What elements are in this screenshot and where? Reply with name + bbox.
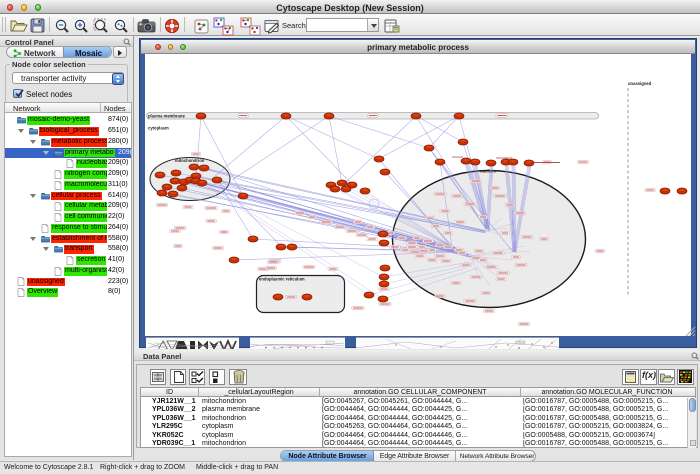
svg-text:nucleus: nucleus — [480, 169, 496, 174]
svg-text:endoplasmic reticulum: endoplasmic reticulum — [259, 277, 305, 282]
svg-text:cytoplasm: cytoplasm — [148, 126, 169, 131]
svg-text:mitochondrion: mitochondrion — [175, 158, 205, 163]
svg-text:unassigned: unassigned — [628, 81, 652, 86]
svg-text:plasma membrane: plasma membrane — [148, 114, 185, 119]
